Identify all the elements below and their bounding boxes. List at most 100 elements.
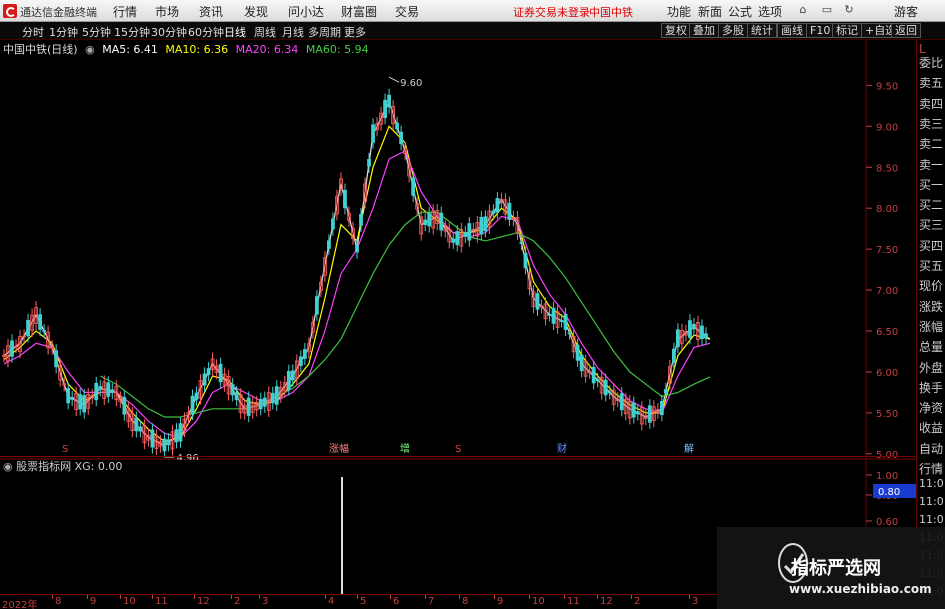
- side-panel-label: 换手: [919, 380, 944, 395]
- candle-body: [383, 99, 387, 119]
- restore-icon[interactable]: ▭: [821, 4, 833, 16]
- candle-body: [174, 429, 179, 443]
- y-tick-label: 7.50: [876, 245, 898, 256]
- candle-body: [575, 344, 580, 361]
- price-chart[interactable]: 9.50 9.00 8.50 8.00 7.50 7.00 6.50 6.00 5.50 5.00…: [0, 40, 916, 460]
- candle-body: [206, 368, 211, 376]
- guest-label[interactable]: 游客: [894, 3, 918, 20]
- trade-login-notice[interactable]: 证券交易未登录: [513, 4, 590, 20]
- candle-body: [495, 198, 500, 213]
- event-marker: 增: [400, 442, 410, 455]
- side-panel-label: 卖二: [919, 137, 944, 152]
- refresh-icon[interactable]: ↻: [843, 4, 855, 16]
- menu-item-news[interactable]: 资讯: [199, 3, 223, 20]
- period-toolbar: 分时 1分钟 5分钟 15分钟 30分钟 60分钟 日线 周线 月线 多周期 更…: [0, 22, 945, 40]
- candle-body: [258, 399, 263, 410]
- candle-body: [10, 340, 14, 357]
- ma10-label: MA10: 6.36: [165, 43, 229, 56]
- indicator-collapse-icon[interactable]: ◉: [3, 460, 13, 473]
- ma5-label: MA5: 6.41: [102, 43, 158, 56]
- indicator-value: XG: 0.00: [74, 460, 123, 473]
- side-panel-label[interactable]: 行情: [919, 460, 943, 477]
- menu-item-wealth[interactable]: 财富圈: [341, 3, 377, 20]
- y-tick-label: 9.50: [876, 81, 898, 92]
- candle-body: [230, 384, 235, 396]
- overlay-button[interactable]: 叠加: [689, 23, 719, 38]
- time-axis-label: 2022年: [2, 600, 38, 609]
- adjust-button[interactable]: 复权: [661, 23, 691, 38]
- event-marker: S: [455, 444, 461, 455]
- high-annotation-label: 9.60: [400, 78, 422, 89]
- candle-body: [395, 122, 400, 130]
- collapse-icon[interactable]: ◉: [85, 43, 95, 56]
- time-axis-label: 9: [90, 596, 97, 607]
- menu-item-market[interactable]: 行情: [113, 3, 137, 20]
- tab-intraday[interactable]: 分时: [22, 24, 44, 40]
- candle-body: [274, 386, 279, 405]
- menu-item-trade[interactable]: 交易: [395, 3, 419, 20]
- time-axis-tick: [52, 595, 53, 599]
- time-axis-tick: [194, 595, 195, 599]
- y-tick-label: 5.50: [876, 409, 898, 420]
- candle-body: [190, 395, 195, 414]
- side-panel-label[interactable]: 自动: [919, 440, 943, 457]
- multi-stock-button[interactable]: 多股: [718, 23, 748, 38]
- watermark: 指标严选网 www.xuezhibiao.com: [717, 527, 945, 609]
- side-panel-time: 11:0: [919, 477, 944, 490]
- tab-30min[interactable]: 30分钟: [151, 24, 187, 40]
- side-panel-label: 委比: [919, 56, 944, 70]
- tab-monthly[interactable]: 月线: [282, 24, 304, 40]
- side-panel-label: 买一: [919, 177, 944, 192]
- side-panel-label: 净资: [919, 401, 944, 416]
- mark-button[interactable]: 标记: [832, 23, 862, 38]
- candle-body: [647, 405, 652, 423]
- side-panel-label: 涨跌: [919, 299, 944, 314]
- menu-item-ask[interactable]: 问小达: [288, 3, 324, 20]
- candle-body: [355, 245, 359, 253]
- time-axis-tick: [120, 595, 121, 599]
- menu-item-newpage[interactable]: 新面: [698, 3, 722, 20]
- tab-1min[interactable]: 1分钟: [49, 24, 78, 40]
- tab-weekly[interactable]: 周线: [254, 24, 276, 40]
- time-axis-tick: [425, 595, 426, 599]
- time-axis-tick: [529, 595, 530, 599]
- candle-body: [631, 402, 636, 418]
- time-axis-label: 11: [155, 596, 168, 607]
- candle-body: [591, 366, 596, 384]
- candle-body: [535, 293, 540, 310]
- time-axis-label: 12: [197, 596, 210, 607]
- candle-body: [579, 354, 584, 372]
- menu-item-discover[interactable]: 发现: [244, 3, 268, 20]
- menu-item-formula[interactable]: 公式: [728, 3, 752, 20]
- side-panel-label: 买五: [919, 259, 944, 273]
- candle-body: [663, 389, 668, 394]
- price-chart-svg[interactable]: 9.509.008.508.007.507.006.506.005.505.00…: [0, 40, 916, 460]
- draw-line-button[interactable]: 画线: [777, 23, 807, 38]
- stats-button[interactable]: 统计: [747, 23, 777, 38]
- f10-button[interactable]: F10: [806, 23, 835, 38]
- candle-body: [595, 378, 600, 382]
- side-panel-label: 买四: [919, 238, 944, 253]
- ma-line-ma60: [100, 211, 711, 418]
- tab-daily[interactable]: 日线: [224, 24, 246, 40]
- tab-60min[interactable]: 60分钟: [188, 24, 224, 40]
- tab-more[interactable]: 更多: [344, 24, 366, 40]
- menu-item-options[interactable]: 选项: [758, 3, 782, 20]
- time-axis-tick: [87, 595, 88, 599]
- candle-body: [563, 313, 568, 330]
- tab-multi-period[interactable]: 多周期: [308, 24, 341, 40]
- side-panel-label: 总量: [919, 340, 944, 355]
- candle-body: [26, 319, 30, 337]
- candle-body: [94, 382, 99, 401]
- candle-body: [671, 348, 676, 363]
- tab-5min[interactable]: 5分钟: [82, 24, 111, 40]
- home-icon[interactable]: ⌂: [797, 4, 809, 16]
- menu-item-markets[interactable]: 市场: [155, 3, 179, 20]
- tab-15min[interactable]: 15分钟: [114, 24, 150, 40]
- time-axis-label: 4: [328, 596, 335, 607]
- time-axis-tick: [259, 595, 260, 599]
- menu-item-function[interactable]: 功能: [667, 3, 691, 20]
- back-button[interactable]: 返回: [891, 23, 921, 38]
- candle-body: [635, 411, 640, 415]
- side-panel-label: 卖五: [919, 76, 944, 91]
